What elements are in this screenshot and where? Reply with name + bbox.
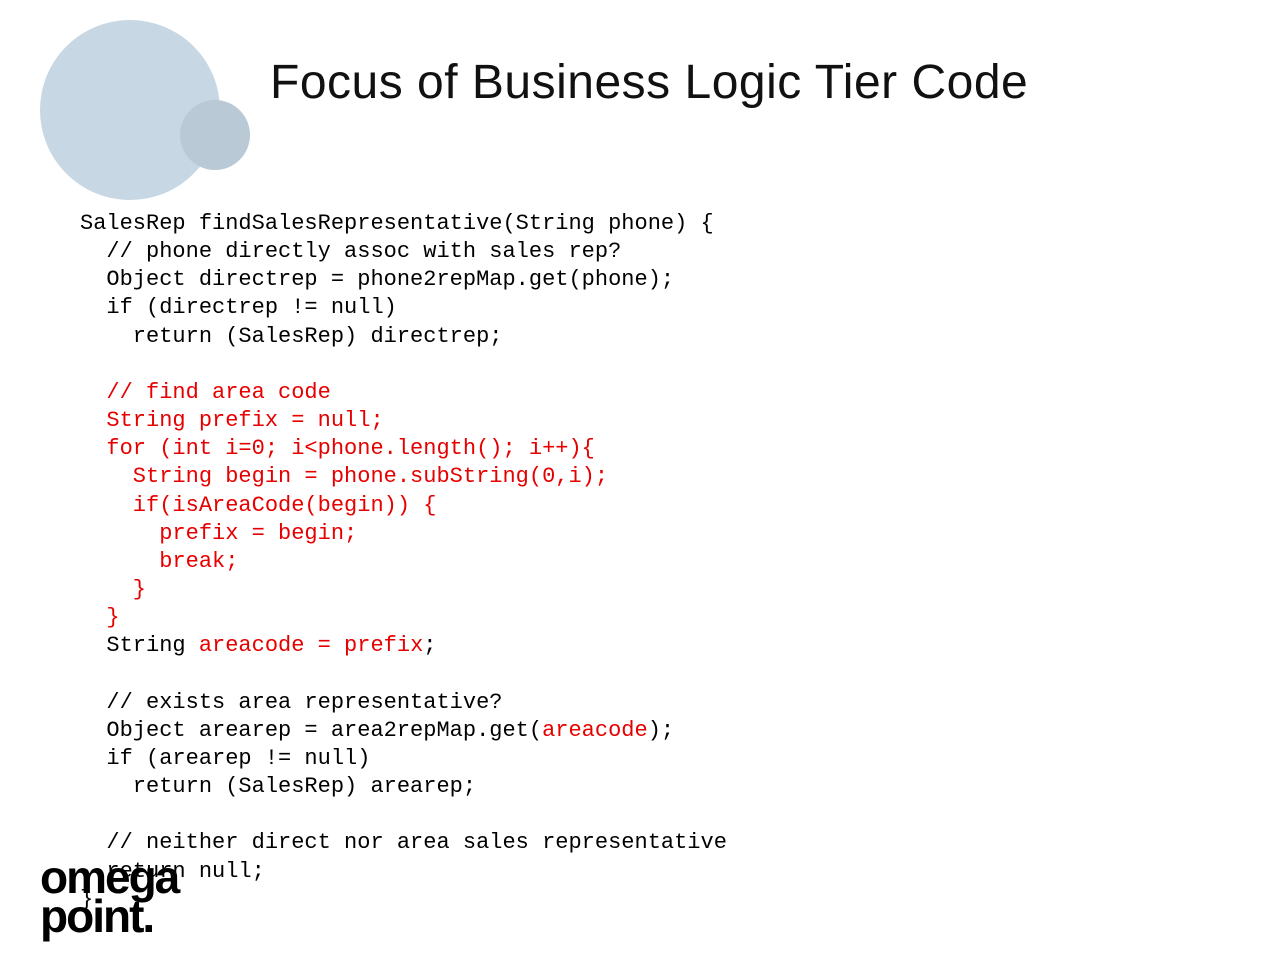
- code-line: SalesRep findSalesRepresentative(String …: [80, 211, 714, 236]
- code-line: String: [80, 633, 199, 658]
- code-line-highlight: }: [80, 577, 146, 602]
- decorative-circle-small: [180, 100, 250, 170]
- code-line: Object directrep = phone2repMap.get(phon…: [80, 267, 674, 292]
- code-line: Object arearep = area2repMap.get(: [80, 718, 542, 743]
- code-line: ;: [423, 633, 436, 658]
- code-line-highlight: String begin = phone.subString(0,i);: [80, 464, 608, 489]
- code-line: // exists area representative?: [80, 690, 502, 715]
- code-block: SalesRep findSalesRepresentative(String …: [80, 210, 727, 914]
- code-inline-highlight: areacode = prefix: [199, 633, 423, 658]
- slide-title: Focus of Business Logic Tier Code: [270, 55, 1028, 110]
- code-line-highlight: }: [80, 605, 120, 630]
- code-inline-highlight: areacode: [542, 718, 648, 743]
- code-line: if (arearep != null): [80, 746, 370, 771]
- code-line-highlight: // find area code: [80, 380, 331, 405]
- code-line: return (SalesRep) directrep;: [80, 324, 502, 349]
- code-line: // phone directly assoc with sales rep?: [80, 239, 621, 264]
- code-line-highlight: break;: [80, 549, 238, 574]
- code-line: );: [648, 718, 674, 743]
- code-line-highlight: if(isAreaCode(begin)) {: [80, 493, 436, 518]
- brand-logo: omega point.: [40, 858, 178, 936]
- code-line-highlight: prefix = begin;: [80, 521, 357, 546]
- code-line: return (SalesRep) arearep;: [80, 774, 476, 799]
- code-line-highlight: String prefix = null;: [80, 408, 384, 433]
- code-line-highlight: for (int i=0; i<phone.length(); i++){: [80, 436, 595, 461]
- code-line: if (directrep != null): [80, 295, 397, 320]
